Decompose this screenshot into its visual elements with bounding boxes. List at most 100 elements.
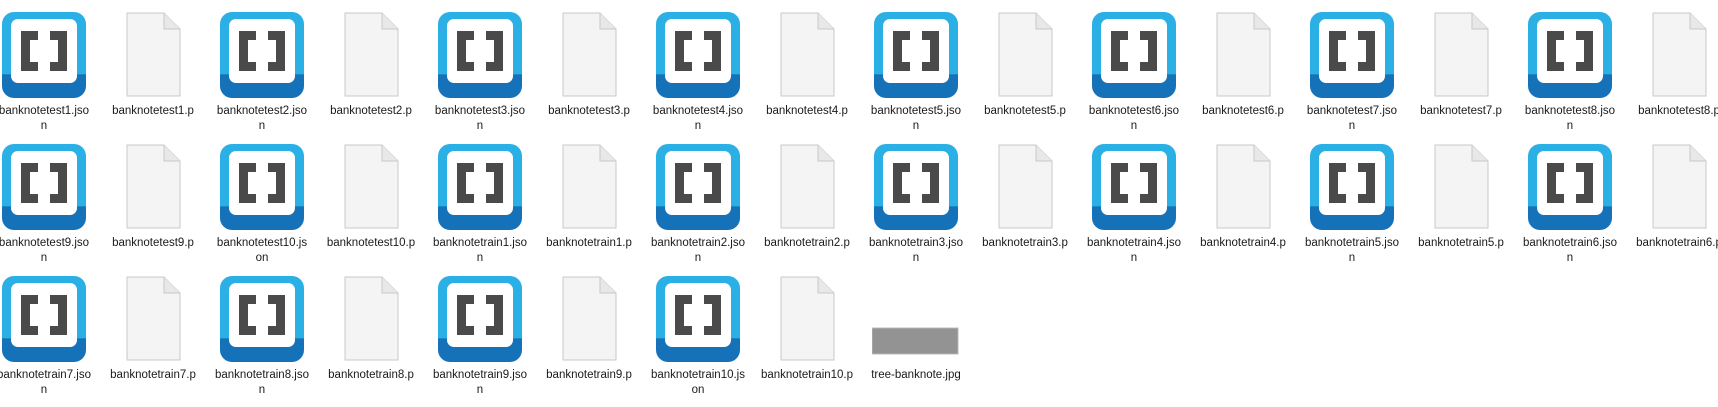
image-thumbnail-icon	[872, 274, 960, 364]
file-name-label: banknotetest10.p	[326, 237, 416, 249]
brackets-json-icon	[1090, 10, 1178, 100]
file-name-label: banknotetest7.p	[1420, 105, 1502, 117]
file-item[interactable]: banknotetest6.json	[1089, 0, 1179, 132]
file-item[interactable]: banknotetest9.p	[109, 132, 197, 257]
file-item[interactable]: banknotetest2.p	[327, 0, 415, 125]
file-item[interactable]: banknotetrain7.p	[109, 264, 197, 389]
file-name-label: banknotetrain8.p	[328, 369, 414, 381]
file-name-label: banknotetest9.p	[112, 237, 194, 249]
brackets-json-icon	[218, 142, 306, 232]
file-name-label: banknotetrain6.p	[1636, 237, 1718, 249]
file-item[interactable]: banknotetest6.p	[1199, 0, 1287, 125]
blank-file-icon	[1417, 142, 1505, 232]
file-name-label: banknotetrain7.json	[0, 369, 91, 396]
file-name-label: tree-banknote.jpg	[871, 369, 961, 381]
file-item[interactable]: banknotetrain6.json	[1523, 132, 1617, 264]
file-name-label: banknotetrain5.json	[1305, 237, 1399, 264]
file-item[interactable]: banknotetrain7.json	[0, 264, 91, 396]
blank-file-icon	[109, 10, 197, 100]
file-item[interactable]: banknotetrain2.p	[763, 132, 851, 257]
file-item[interactable]: banknotetrain3.json	[869, 132, 963, 264]
brackets-json-icon	[1526, 10, 1614, 100]
file-name-label: banknotetest5.p	[984, 105, 1066, 117]
file-item[interactable]: banknotetest5.json	[871, 0, 961, 132]
blank-file-icon	[1635, 10, 1718, 100]
file-item[interactable]: banknotetrain6.p	[1635, 132, 1718, 257]
file-name-label: banknotetest4.p	[766, 105, 848, 117]
file-name-label: banknotetrain9.p	[546, 369, 632, 381]
file-name-label: banknotetest5.json	[870, 105, 962, 132]
file-item[interactable]: banknotetest5.p	[981, 0, 1069, 125]
file-item[interactable]: banknotetest10.json	[217, 132, 307, 264]
file-item[interactable]: banknotetest2.json	[217, 0, 307, 132]
file-name-label: banknotetest4.json	[652, 105, 744, 132]
file-name-label: banknotetest1.json	[0, 105, 90, 132]
blank-file-icon	[763, 274, 851, 364]
file-item[interactable]: banknotetest1.json	[0, 0, 89, 132]
file-item[interactable]: banknotetrain5.json	[1305, 132, 1399, 264]
blank-file-icon	[327, 10, 415, 100]
brackets-json-icon	[1308, 142, 1396, 232]
blank-file-icon	[327, 274, 415, 364]
file-item[interactable]: banknotetrain3.p	[981, 132, 1069, 257]
file-item[interactable]: banknotetest7.p	[1417, 0, 1505, 125]
file-item[interactable]: banknotetest9.json	[0, 132, 89, 264]
file-name-label: banknotetrain8.json	[215, 369, 309, 396]
file-item[interactable]: banknotetrain10.json	[651, 264, 745, 396]
brackets-json-icon	[436, 10, 524, 100]
brackets-json-icon	[654, 10, 742, 100]
file-item[interactable]: tree-banknote.jpg	[871, 264, 961, 389]
file-name-label: banknotetest8.p	[1638, 105, 1718, 117]
blank-file-icon	[763, 10, 851, 100]
file-name-label: banknotetest9.json	[0, 237, 90, 264]
brackets-json-icon	[218, 10, 306, 100]
file-name-label: banknotetrain4.json	[1087, 237, 1181, 264]
blank-file-icon	[545, 10, 633, 100]
brackets-json-icon	[872, 10, 960, 100]
file-item[interactable]: banknotetrain4.p	[1199, 132, 1287, 257]
file-item[interactable]: banknotetest1.p	[109, 0, 197, 125]
file-item[interactable]: banknotetrain8.p	[327, 264, 415, 389]
file-name-label: banknotetest8.json	[1524, 105, 1616, 132]
file-item[interactable]: banknotetrain2.json	[651, 132, 745, 264]
file-name-label: banknotetest6.json	[1088, 105, 1180, 132]
file-item[interactable]: banknotetest4.json	[653, 0, 743, 132]
file-name-label: banknotetrain4.p	[1200, 237, 1286, 249]
blank-file-icon	[109, 274, 197, 364]
file-item[interactable]: banknotetrain8.json	[215, 264, 309, 396]
file-item[interactable]: banknotetest10.p	[327, 132, 415, 257]
file-item[interactable]: banknotetrain1.p	[545, 132, 633, 257]
file-item[interactable]: banknotetrain5.p	[1417, 132, 1505, 257]
file-item[interactable]: banknotetrain10.p	[760, 264, 854, 389]
file-item[interactable]: banknotetest8.p	[1635, 0, 1718, 125]
file-name-label: banknotetrain9.json	[433, 369, 527, 396]
file-name-label: banknotetrain10.p	[760, 369, 854, 381]
blank-file-icon	[1635, 142, 1718, 232]
file-name-label: banknotetest7.json	[1306, 105, 1398, 132]
file-item[interactable]: banknotetrain9.p	[545, 264, 633, 389]
brackets-json-icon	[654, 142, 742, 232]
file-name-label: banknotetrain1.json	[433, 237, 527, 264]
file-name-label: banknotetest3.p	[548, 105, 630, 117]
blank-file-icon	[327, 142, 415, 232]
file-item[interactable]: banknotetrain1.json	[433, 132, 527, 264]
file-name-label: banknotetrain5.p	[1418, 237, 1504, 249]
file-name-label: banknotetrain6.json	[1523, 237, 1617, 264]
brackets-json-icon	[218, 274, 306, 364]
file-item[interactable]: banknotetest3.p	[545, 0, 633, 125]
file-item[interactable]: banknotetest3.json	[435, 0, 525, 132]
file-name-label: banknotetrain1.p	[546, 237, 632, 249]
file-item[interactable]: banknotetest7.json	[1307, 0, 1397, 132]
file-item[interactable]: banknotetrain9.json	[433, 264, 527, 396]
brackets-json-icon	[436, 142, 524, 232]
file-name-label: banknotetest6.p	[1202, 105, 1284, 117]
brackets-json-icon	[1090, 142, 1178, 232]
file-item[interactable]: banknotetrain4.json	[1087, 132, 1181, 264]
blank-file-icon	[1417, 10, 1505, 100]
file-name-label: banknotetest2.p	[330, 105, 412, 117]
file-item[interactable]: banknotetest4.p	[763, 0, 851, 125]
file-name-label: banknotetest1.p	[112, 105, 194, 117]
file-item[interactable]: banknotetest8.json	[1525, 0, 1615, 132]
brackets-json-icon	[436, 274, 524, 364]
file-name-label: banknotetrain3.p	[982, 237, 1068, 249]
